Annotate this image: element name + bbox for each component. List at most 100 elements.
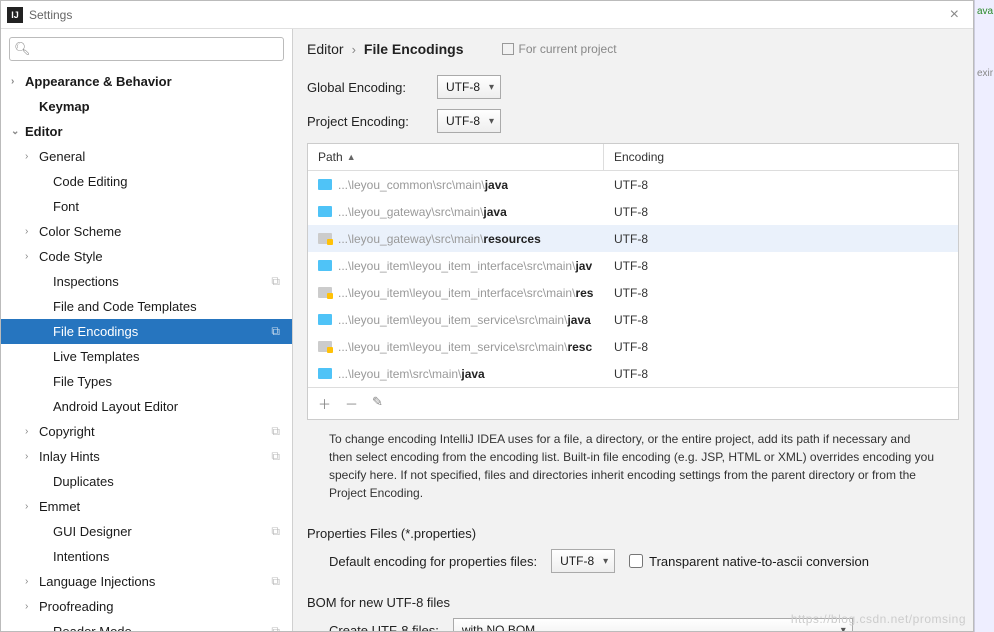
encoding-value[interactable]: UTF-8 [604,367,958,381]
source-folder-icon [318,179,332,190]
resources-folder-icon [318,341,332,352]
sidebar-item[interactable]: Code Editing [1,169,292,194]
sidebar-item[interactable]: GUI Designer⧉ [1,519,292,544]
sidebar-item-label: Language Injections [39,574,271,589]
scope-indicator: For current project [502,42,617,56]
sidebar-item-label: File and Code Templates [53,299,292,314]
edit-button[interactable]: ✎ [372,394,383,413]
sidebar-item-label: Emmet [39,499,292,514]
properties-encoding-select[interactable]: UTF-8 [551,549,615,573]
sidebar-item[interactable]: Live Templates [1,344,292,369]
sidebar-item-label: Appearance & Behavior [25,74,292,89]
sidebar-item[interactable]: ›Appearance & Behavior [1,69,292,94]
table-row[interactable]: ...\leyou_item\src\main\java UTF-8 [308,360,958,387]
encoding-value[interactable]: UTF-8 [604,340,958,354]
path-text: ...\leyou_item\src\main\java [338,367,485,381]
sidebar-item[interactable]: ›Color Scheme [1,219,292,244]
encoding-value[interactable]: UTF-8 [604,205,958,219]
sidebar-item-label: Code Editing [53,174,292,189]
sidebar-item[interactable]: Keymap [1,94,292,119]
path-text: ...\leyou_item\leyou_item_interface\src\… [338,259,592,273]
sidebar-item[interactable]: ›Code Style [1,244,292,269]
path-text: ...\leyou_item\leyou_item_interface\src\… [338,286,593,300]
sidebar-item-label: Editor [25,124,292,139]
column-path[interactable]: Path▲ [308,144,604,170]
sidebar-item-label: Font [53,199,292,214]
main-panel: Editor › File Encodings For current proj… [293,29,973,631]
add-button[interactable]: ＋ [318,394,331,413]
properties-encoding-label: Default encoding for properties files: [329,554,537,569]
sidebar-item[interactable]: ›Emmet [1,494,292,519]
sidebar-item[interactable]: ›Inlay Hints⧉ [1,444,292,469]
table-row[interactable]: ...\leyou_item\leyou_item_interface\src\… [308,252,958,279]
table-row[interactable]: ...\leyou_item\leyou_item_service\src\ma… [308,333,958,360]
breadcrumb-current: File Encodings [364,41,464,57]
encoding-value[interactable]: UTF-8 [604,232,958,246]
scope-icon: ⧉ [271,274,292,289]
sidebar-item[interactable]: Android Layout Editor [1,394,292,419]
resources-folder-icon [318,233,332,244]
table-row[interactable]: ...\leyou_gateway\src\main\java UTF-8 [308,198,958,225]
global-encoding-select[interactable]: UTF-8 [437,75,501,99]
expand-icon: › [25,226,39,237]
sidebar-item-label: Keymap [39,99,292,114]
scope-icon: ⧉ [271,424,292,439]
scope-icon: ⧉ [271,324,292,339]
encoding-table: Path▲ Encoding ...\leyou_common\src\main… [307,143,959,420]
search-input[interactable] [9,37,284,61]
remove-button[interactable]: － [345,394,358,413]
sidebar-item-label: Color Scheme [39,224,292,239]
table-row[interactable]: ...\leyou_item\leyou_item_service\src\ma… [308,306,958,333]
sidebar-item[interactable]: File Encodings⧉ [1,319,292,344]
scope-icon: ⧉ [271,524,292,539]
settings-tree: ›Appearance & BehaviorKeymap⌄Editor›Gene… [1,69,292,631]
global-encoding-label: Global Encoding: [307,80,437,95]
sidebar-item[interactable]: Font [1,194,292,219]
table-row[interactable]: ...\leyou_common\src\main\java UTF-8 [308,171,958,198]
create-utf8-label: Create UTF-8 files: [329,623,439,632]
sidebar-item[interactable]: ›Copyright⧉ [1,419,292,444]
expand-icon: › [25,601,39,612]
sidebar-item-label: File Encodings [53,324,271,339]
path-text: ...\leyou_common\src\main\java [338,178,508,192]
source-folder-icon [318,368,332,379]
watermark: https://blog.csdn.net/promsing [791,612,966,626]
project-encoding-select[interactable]: UTF-8 [437,109,501,133]
encoding-value[interactable]: UTF-8 [604,313,958,327]
expand-icon: › [25,576,39,587]
path-text: ...\leyou_gateway\src\main\java [338,205,507,219]
sidebar-item[interactable]: ›Language Injections⧉ [1,569,292,594]
sidebar-item[interactable]: ⌄Editor [1,119,292,144]
sidebar-item[interactable]: ›General [1,144,292,169]
native-to-ascii-checkbox[interactable] [629,554,643,568]
breadcrumb-root[interactable]: Editor [307,41,344,57]
sidebar-item-label: Copyright [39,424,271,439]
native-to-ascii-label: Transparent native-to-ascii conversion [649,554,869,569]
sidebar-item[interactable]: File and Code Templates [1,294,292,319]
sidebar-item[interactable]: Reader Mode⧉ [1,619,292,631]
sidebar-item[interactable]: Duplicates [1,469,292,494]
app-icon: IJ [7,7,23,23]
scope-icon: ⧉ [271,624,292,631]
table-row[interactable]: ...\leyou_item\leyou_item_interface\src\… [308,279,958,306]
right-gutter: ava exir [974,0,994,632]
expand-icon: › [25,426,39,437]
close-icon[interactable]: × [942,6,967,24]
expand-icon: › [25,251,39,262]
encoding-value[interactable]: UTF-8 [604,259,958,273]
sidebar-item[interactable]: File Types [1,369,292,394]
sidebar-item[interactable]: Intentions [1,544,292,569]
sidebar-item[interactable]: Inspections⧉ [1,269,292,294]
sort-asc-icon: ▲ [347,152,356,162]
sidebar: 🔍︎ ›Appearance & BehaviorKeymap⌄Editor›G… [1,29,293,631]
project-scope-icon [502,43,514,55]
column-encoding[interactable]: Encoding [604,144,958,170]
encoding-value[interactable]: UTF-8 [604,286,958,300]
source-folder-icon [318,314,332,325]
sidebar-item[interactable]: ›Proofreading [1,594,292,619]
expand-icon: › [11,76,25,87]
encoding-value[interactable]: UTF-8 [604,178,958,192]
expand-icon: › [25,501,39,512]
source-folder-icon [318,260,332,271]
table-row[interactable]: ...\leyou_gateway\src\main\resourcesUTF-… [308,225,958,252]
